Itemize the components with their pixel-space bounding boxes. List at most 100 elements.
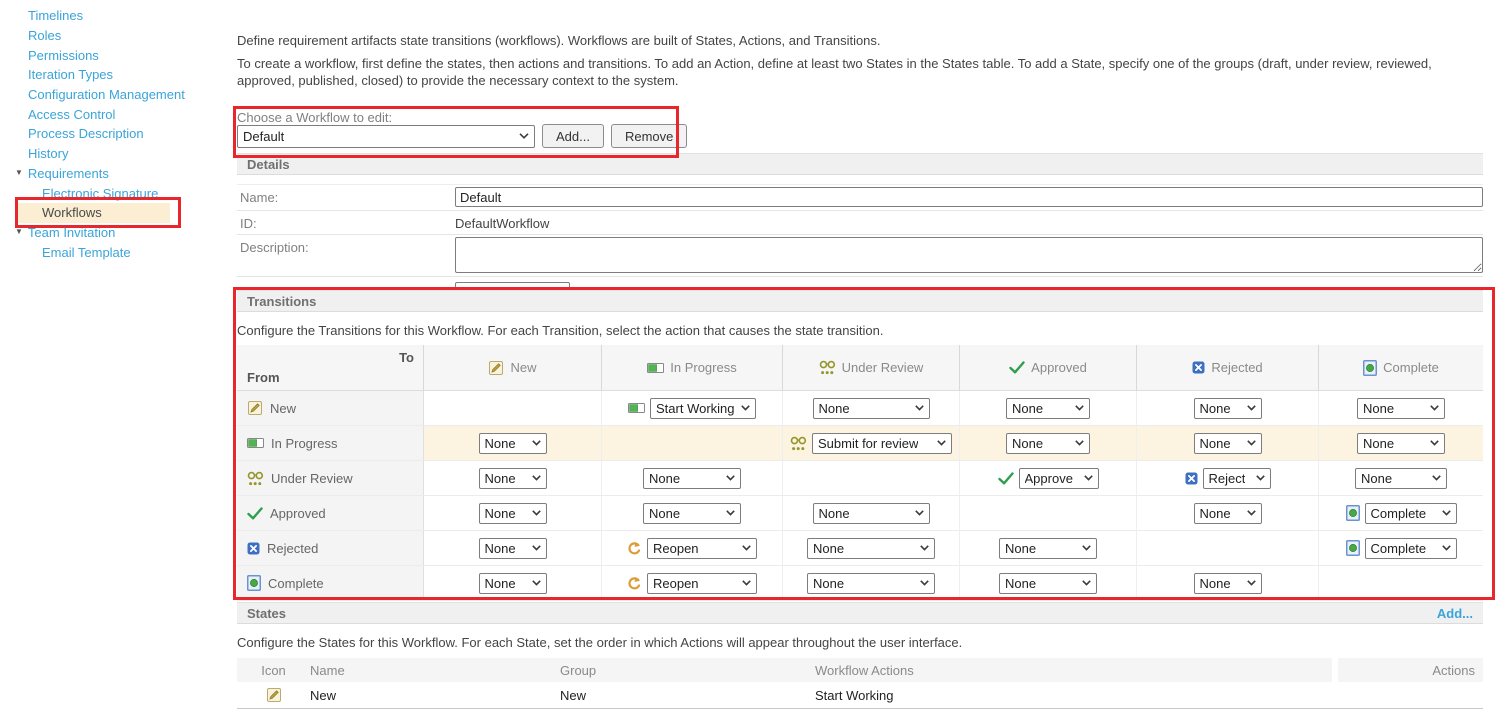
chevron-down-icon — [532, 440, 541, 446]
transition-in-progress-to-approved-select[interactable]: None — [1006, 433, 1090, 454]
sidebar-item-electronic-signature[interactable]: Electronic Signature — [0, 183, 237, 203]
transition-under-review-to-rejected-select[interactable]: Reject — [1203, 468, 1271, 489]
under-review-icon — [819, 360, 836, 375]
description-textarea[interactable] — [455, 237, 1483, 273]
transition-rejected-to-new-select[interactable]: None — [479, 538, 547, 559]
transition-in-progress-to-under-review-select[interactable]: Submit for review — [812, 433, 952, 454]
transition-complete-to-under-review-select[interactable]: None — [807, 573, 935, 594]
transition-cell-in-progress-to-complete: None — [1319, 426, 1483, 460]
transition-under-review-to-new-select[interactable]: None — [479, 468, 547, 489]
transition-cell-under-review-to-complete: None — [1319, 461, 1483, 495]
transition-new-to-complete-select[interactable]: None — [1357, 398, 1445, 419]
complete-icon — [1363, 360, 1377, 376]
sidebar-item-history[interactable]: History — [0, 144, 237, 164]
transition-cell-complete-to-new: None — [424, 566, 602, 600]
transition-cell-complete-to-rejected: None — [1137, 566, 1319, 600]
transition-new-to-rejected-select[interactable]: None — [1194, 398, 1262, 419]
transitions-from-cell-under-review: Under Review — [237, 461, 424, 495]
transition-cell-under-review-to-in-progress: None — [602, 461, 783, 495]
transitions-panel: Transitions Configure the Transitions fo… — [237, 290, 1483, 601]
description-label: Description: — [240, 237, 455, 255]
transition-approved-to-complete-select[interactable]: Complete — [1365, 503, 1457, 524]
transition-under-review-to-in-progress-select[interactable]: None — [643, 468, 741, 489]
transitions-column-header-under-review: Under Review — [783, 345, 960, 390]
sidebar-item-roles[interactable]: Roles — [0, 26, 237, 46]
transition-rejected-to-in-progress-select[interactable]: Reopen — [647, 538, 757, 559]
column-header-label: Group — [560, 663, 596, 678]
transition-under-review-to-approved-select-value: Approve — [1025, 471, 1073, 486]
transition-approved-to-under-review-select[interactable]: None — [813, 503, 930, 524]
transition-complete-to-approved-select-value: None — [1005, 576, 1036, 591]
transition-cell-new-to-in-progress: Start Working — [602, 391, 783, 425]
sidebar-item-label: Roles — [28, 28, 61, 43]
transition-cell-rejected-to-rejected — [1137, 531, 1319, 565]
transition-in-progress-to-complete-select[interactable]: None — [1357, 433, 1445, 454]
transition-new-to-approved-select[interactable]: None — [1006, 398, 1090, 419]
transition-approved-to-rejected-select[interactable]: None — [1194, 503, 1262, 524]
transition-under-review-to-approved-select[interactable]: Approve — [1019, 468, 1099, 489]
state-name-cell: New — [310, 688, 560, 703]
transition-row-new: NewStart WorkingNoneNoneNoneNone — [237, 391, 1483, 426]
transition-cell-new-to-approved: None — [960, 391, 1137, 425]
sidebar-item-access-control[interactable]: Access Control — [0, 104, 237, 124]
chevron-down-icon — [1084, 475, 1093, 481]
transition-under-review-to-complete-select[interactable]: None — [1355, 468, 1447, 489]
sidebar-item-team-invitation[interactable]: ▼Team Invitation — [0, 223, 237, 243]
transitions-table-header: ToFromNewIn ProgressUnder ReviewApproved… — [237, 345, 1483, 391]
states-panel-header: States Add... — [237, 602, 1483, 624]
states-column-header-group: Group — [560, 663, 815, 678]
transition-new-to-in-progress-select[interactable]: Start Working — [650, 398, 756, 419]
sidebar-item-timelines[interactable]: Timelines — [0, 6, 237, 26]
chevron-down-icon — [1247, 580, 1256, 586]
approved-icon — [998, 472, 1014, 485]
from-state-label: Approved — [270, 506, 326, 521]
transition-rejected-to-complete-select[interactable]: Complete — [1365, 538, 1457, 559]
transition-approved-to-in-progress-select[interactable]: None — [643, 503, 741, 524]
transition-new-to-under-review-select[interactable]: None — [813, 398, 930, 419]
complete-icon — [247, 575, 261, 591]
name-input[interactable] — [455, 187, 1483, 207]
column-header-label: Under Review — [842, 360, 924, 375]
add-state-link[interactable]: Add... — [1437, 606, 1473, 621]
transition-rejected-to-under-review-select[interactable]: None — [807, 538, 935, 559]
in-progress-icon — [647, 363, 664, 373]
transition-cell-approved-to-rejected: None — [1137, 496, 1319, 530]
sidebar-item-label: Process Description — [28, 126, 144, 141]
id-value: DefaultWorkflow — [455, 213, 549, 231]
add-workflow-button[interactable]: Add... — [542, 124, 604, 148]
transition-in-progress-to-rejected-select[interactable]: None — [1194, 433, 1262, 454]
column-header-label: New — [510, 360, 536, 375]
sidebar-item-label: History — [28, 146, 68, 161]
sidebar-item-iteration-types[interactable]: Iteration Types — [0, 65, 237, 85]
id-row: ID: DefaultWorkflow — [237, 211, 1483, 235]
sidebar-item-configuration-management[interactable]: Configuration Management — [0, 85, 237, 105]
sidebar-item-label: Email Template — [42, 245, 131, 260]
transition-complete-to-in-progress-select-value: Reopen — [653, 576, 699, 591]
transition-complete-to-in-progress-select[interactable]: Reopen — [647, 573, 757, 594]
column-header-label: In Progress — [670, 360, 736, 375]
complete-icon — [1346, 540, 1360, 556]
transition-rejected-to-in-progress-select-value: Reopen — [653, 541, 699, 556]
collapse-triangle-icon[interactable]: ▼ — [15, 169, 23, 177]
transitions-panel-header: Transitions — [237, 290, 1483, 312]
sidebar-item-requirements[interactable]: ▼Requirements — [0, 164, 237, 184]
transition-approved-to-new-select[interactable]: None — [479, 503, 547, 524]
sidebar-item-permissions[interactable]: Permissions — [0, 45, 237, 65]
workflow-select[interactable]: Default — [237, 125, 535, 148]
sidebar-item-process-description[interactable]: Process Description — [0, 124, 237, 144]
details-panel: Details Name: ID: DefaultWorkflow Descri… — [237, 153, 1483, 310]
transition-complete-to-rejected-select[interactable]: None — [1194, 573, 1262, 594]
approved-icon — [1009, 361, 1025, 374]
transition-in-progress-to-new-select[interactable]: None — [479, 433, 547, 454]
sidebar-item-email-template[interactable]: Email Template — [0, 242, 237, 262]
collapse-triangle-icon[interactable]: ▼ — [15, 228, 23, 236]
chevron-down-icon — [1082, 545, 1091, 551]
sidebar-item-workflows[interactable]: Workflows — [18, 203, 170, 223]
transition-complete-to-approved-select[interactable]: None — [999, 573, 1097, 594]
from-state-label: In Progress — [271, 436, 337, 451]
name-row: Name: — [237, 184, 1483, 211]
remove-workflow-button[interactable]: Remove — [611, 124, 687, 148]
transition-complete-to-new-select[interactable]: None — [479, 573, 547, 594]
transition-rejected-to-approved-select[interactable]: None — [999, 538, 1097, 559]
approved-icon — [247, 507, 263, 520]
